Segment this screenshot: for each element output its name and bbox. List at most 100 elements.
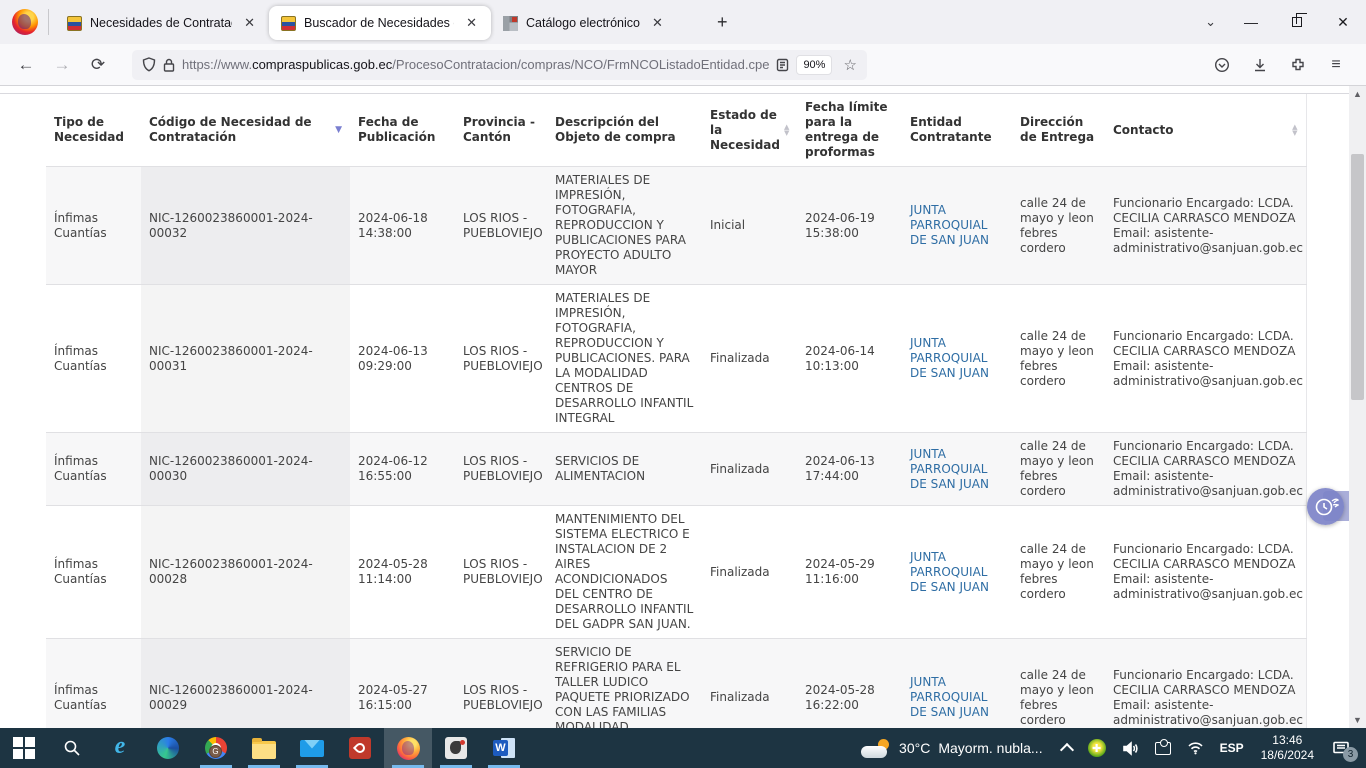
new-tab-button[interactable]: + — [707, 10, 738, 35]
pocket-icon[interactable] — [1208, 51, 1236, 79]
internet-explorer-icon: e — [108, 736, 132, 760]
taskbar-app-firefox[interactable] — [384, 728, 432, 768]
cell-direccion: calle 24 de mayo y leon febres cordero — [1012, 506, 1105, 639]
column-header-codigo[interactable]: Código de Necesidad de Contratación▼ — [141, 94, 350, 167]
table-row: Ínfimas CuantíasNIC-1260023860001-2024-0… — [46, 506, 1306, 639]
reload-button[interactable]: ⟳ — [82, 50, 114, 80]
cell-fecha_limite: 2024-05-29 11:16:00 — [797, 506, 902, 639]
catalog-favicon-icon — [503, 16, 518, 31]
cell-tipo: Ínfimas Cuantías — [46, 167, 141, 285]
contracting-entity-link[interactable]: JUNTA PARROQUIAL DE SAN JUAN — [910, 203, 989, 247]
downloads-icon[interactable] — [1246, 51, 1274, 79]
taskbar-app-acrobat[interactable] — [336, 728, 384, 768]
taskbar-clock[interactable]: 13:46 18/6/2024 — [1253, 733, 1322, 763]
tab-close-icon[interactable]: ✕ — [240, 13, 259, 33]
column-header-descripcion[interactable]: Descripción del Objeto de compra — [547, 94, 702, 167]
contracting-entity-link[interactable]: JUNTA PARROQUIAL DE SAN JUAN — [910, 447, 989, 491]
tracking-shield-icon[interactable] — [142, 57, 156, 72]
cell-contacto: Funcionario Encargado: LCDA. CECILIA CAR… — [1105, 506, 1306, 639]
language-indicator[interactable]: ESP — [1213, 728, 1251, 768]
bookmark-star-icon[interactable]: ☆ — [839, 56, 860, 74]
scrollbar-thumb[interactable] — [1351, 154, 1364, 400]
notification-center-button[interactable]: 3 — [1324, 728, 1362, 768]
tray-expand-button[interactable] — [1055, 728, 1079, 768]
ecuador-favicon-icon — [67, 16, 82, 31]
extensions-icon[interactable] — [1284, 51, 1312, 79]
tray-volume-icon[interactable] — [1115, 728, 1146, 768]
cell-descripcion: SERVICIO DE REFRIGERIO PARA EL TALLER LU… — [547, 639, 702, 729]
reader-mode-icon[interactable] — [776, 58, 789, 72]
tray-wifi-icon[interactable] — [1180, 728, 1211, 768]
column-header-contacto[interactable]: Contacto▲▼ — [1105, 94, 1306, 167]
contracting-entity-link[interactable]: JUNTA PARROQUIAL DE SAN JUAN — [910, 336, 989, 380]
minimize-button[interactable]: — — [1228, 0, 1274, 44]
cell-fecha_publicacion: 2024-05-27 16:15:00 — [350, 639, 455, 729]
firefox-logo-icon — [12, 9, 38, 35]
taskbar-app-search[interactable] — [48, 728, 96, 768]
tab-title: Necesidades de Contratación y — [90, 16, 232, 30]
taskbar-app-start[interactable] — [0, 728, 48, 768]
cell-tipo: Ínfimas Cuantías — [46, 433, 141, 506]
column-header-direccion[interactable]: Dirección de Entrega — [1012, 94, 1105, 167]
java-app-icon — [444, 736, 468, 760]
tab-necesidades[interactable]: Necesidades de Contratación y ✕ — [55, 6, 269, 40]
taskbar-app-java-app[interactable] — [432, 728, 480, 768]
chevron-up-icon — [1060, 743, 1074, 757]
url-text: https://www.compraspublicas.gob.ec/Proce… — [182, 57, 769, 72]
tab-strip: Necesidades de Contratación y ✕ Buscador… — [0, 0, 1366, 44]
url-bar[interactable]: https://www.compraspublicas.gob.ec/Proce… — [132, 50, 867, 80]
page-content: Tipo de Necesidad Código de Necesidad de … — [0, 86, 1349, 728]
table-row: Ínfimas CuantíasNIC-1260023860001-2024-0… — [46, 433, 1306, 506]
taskbar-app-chrome[interactable]: G — [192, 728, 240, 768]
edge-icon — [156, 736, 180, 760]
zoom-level-badge[interactable]: 90% — [796, 55, 832, 75]
tab-list-dropdown-icon[interactable]: ⌄ — [1193, 10, 1228, 34]
start-icon — [12, 736, 36, 760]
forward-button[interactable]: → — [46, 50, 78, 80]
cell-entidad: JUNTA PARROQUIAL DE SAN JUAN — [902, 167, 1012, 285]
contracting-entity-link[interactable]: JUNTA PARROQUIAL DE SAN JUAN — [910, 675, 989, 719]
lock-icon[interactable] — [163, 58, 175, 72]
clock-time: 13:46 — [1261, 733, 1314, 748]
taskbar-app-file-explorer[interactable] — [240, 728, 288, 768]
cell-direccion: calle 24 de mayo y leon febres cordero — [1012, 285, 1105, 433]
column-header-tipo[interactable]: Tipo de Necesidad — [46, 94, 141, 167]
scroll-down-icon[interactable]: ▼ — [1349, 712, 1366, 728]
column-header-label: Entidad Contratante — [910, 115, 1004, 145]
scroll-up-icon[interactable]: ▲ — [1349, 86, 1366, 102]
winged-clock-icon[interactable] — [1307, 488, 1344, 525]
navigation-toolbar: ← → ⟳ https://www.compraspublicas.gob.ec… — [0, 44, 1366, 86]
tab-catalogo[interactable]: Catálogo electrónico ✕ — [491, 6, 703, 40]
back-button[interactable]: ← — [10, 50, 42, 80]
cell-fecha_publicacion: 2024-05-28 11:14:00 — [350, 506, 455, 639]
contracting-entity-link[interactable]: JUNTA PARROQUIAL DE SAN JUAN — [910, 550, 989, 594]
close-button[interactable]: ✕ — [1320, 0, 1366, 44]
cell-provincia: LOS RIOS - PUEBLOVIEJO — [455, 285, 547, 433]
taskbar-app-internet-explorer[interactable]: e — [96, 728, 144, 768]
table-row: Ínfimas CuantíasNIC-1260023860001-2024-0… — [46, 285, 1306, 433]
cell-entidad: JUNTA PARROQUIAL DE SAN JUAN — [902, 285, 1012, 433]
column-header-estado[interactable]: Estado de la Necesidad▲▼ — [702, 94, 797, 167]
tray-device-icon[interactable] — [1148, 728, 1178, 768]
menu-hamburger-icon[interactable]: ≡ — [1322, 51, 1350, 79]
taskbar-app-edge[interactable] — [144, 728, 192, 768]
tab-buscador[interactable]: Buscador de Necesidades de Co ✕ — [269, 6, 491, 40]
tray-antivirus-icon[interactable]: ✚ — [1081, 728, 1113, 768]
tab-close-icon[interactable]: ✕ — [648, 13, 667, 33]
vertical-scrollbar[interactable]: ▲ ▼ — [1349, 86, 1366, 728]
column-header-provincia[interactable]: Provincia - Cantón — [455, 94, 547, 167]
column-header-entidad[interactable]: Entidad Contratante — [902, 94, 1012, 167]
cell-codigo: NIC-1260023860001-2024-00030 — [141, 433, 350, 506]
timer-overlay-widget[interactable] — [1307, 488, 1349, 524]
taskbar-app-mail[interactable] — [288, 728, 336, 768]
table-row: Ínfimas CuantíasNIC-1260023860001-2024-0… — [46, 639, 1306, 729]
taskbar-app-word[interactable]: W — [480, 728, 528, 768]
column-header-fecha_publicacion[interactable]: Fecha de Publicación — [350, 94, 455, 167]
column-header-label: Fecha de Publicación — [358, 115, 447, 145]
column-header-label: Tipo de Necesidad — [54, 115, 133, 145]
weather-temperature: 30°C — [899, 740, 930, 756]
column-header-fecha_limite[interactable]: Fecha límite para la entrega de proforma… — [797, 94, 902, 167]
tab-close-icon[interactable]: ✕ — [462, 13, 481, 33]
weather-widget[interactable]: 30°C Mayorm. nubla... — [851, 739, 1053, 758]
restore-button[interactable] — [1274, 0, 1320, 44]
